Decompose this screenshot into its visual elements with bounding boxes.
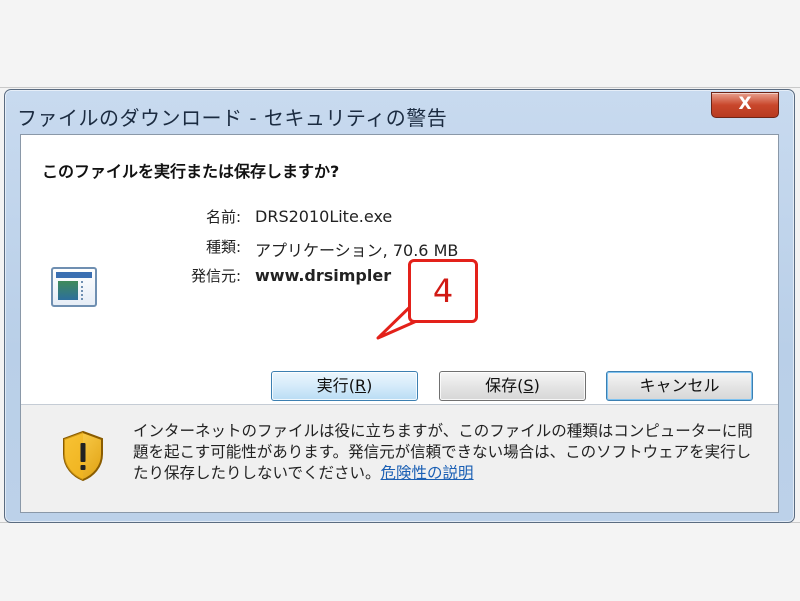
- run-button-label: 実行: [316, 376, 349, 395]
- file-name-value: DRS2010Lite.exe: [255, 207, 393, 226]
- close-button[interactable]: X: [711, 92, 779, 118]
- file-from-value: www.drsimpler: [255, 266, 392, 285]
- background-band-bottom: [0, 522, 800, 601]
- dialog-question: このファイルを実行または保存しますか?: [42, 162, 340, 181]
- run-accesskey: R: [354, 376, 367, 395]
- warning-message: インターネットのファイルは役に立ちますが、このファイルの種類はコンピューターに問…: [133, 421, 758, 484]
- close-icon: X: [738, 94, 752, 114]
- file-from-label: 発信元:: [190, 267, 241, 285]
- warning-shield-icon: [63, 430, 103, 482]
- background-band-top: [0, 0, 800, 88]
- step-number: 4: [432, 272, 454, 310]
- file-type-label: 種類:: [205, 238, 241, 256]
- step-callout-box: 4: [408, 259, 478, 323]
- risk-explanation-link[interactable]: 危険性の説明: [381, 464, 474, 482]
- file-info-pane: このファイルを実行または保存しますか? 名前: DRS2010Lite.exe …: [21, 135, 778, 404]
- security-warning-dialog: ファイルのダウンロード - セキュリティの警告 X このファイルを実行または保存…: [4, 89, 795, 523]
- file-name-label: 名前:: [205, 208, 241, 226]
- window-title: ファイルのダウンロード - セキュリティの警告: [17, 106, 448, 130]
- cancel-button-label: キャンセル: [639, 376, 720, 395]
- save-button[interactable]: 保存(S): [439, 371, 586, 401]
- warning-pane: インターネットのファイルは役に立ちますが、このファイルの種類はコンピューターに問…: [21, 405, 778, 512]
- cancel-button[interactable]: キャンセル: [606, 371, 753, 401]
- save-button-label: 保存: [485, 376, 518, 395]
- dialog-client-area: このファイルを実行または保存しますか? 名前: DRS2010Lite.exe …: [20, 134, 779, 513]
- save-accesskey: S: [523, 376, 534, 395]
- file-type-value: アプリケーション, 70.6 MB: [255, 241, 459, 260]
- run-button[interactable]: 実行(R): [271, 371, 418, 401]
- application-icon: [51, 267, 97, 307]
